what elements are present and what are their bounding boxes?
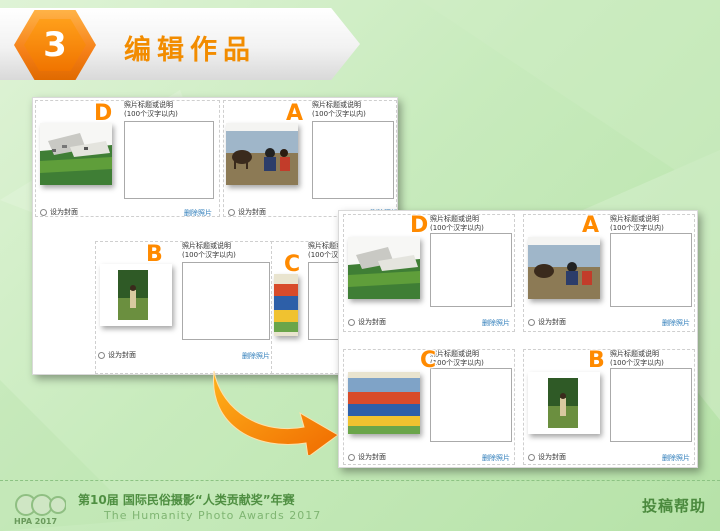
caption-textarea[interactable]	[610, 233, 692, 307]
footer: HPA 2017 第10届 国际民俗摄影“人类贡献奖”年赛 The Humani…	[0, 480, 720, 531]
photo-thumbnail[interactable]	[274, 274, 298, 336]
photo-card-c: 照片标题或说明 (100个汉字以内) 设为封面 删除照片 C	[343, 348, 515, 465]
delete-photo-link[interactable]: 删除照片	[184, 208, 212, 218]
after-edit-panel: 照片标题或说明 (100个汉字以内) 设为封面 删除照片 D 照片标题或说明 (…	[338, 210, 698, 468]
card-letter-badge: A	[582, 213, 600, 238]
portrait-forest-photo	[528, 372, 600, 434]
set-cover-option[interactable]: 设为封面	[228, 207, 266, 217]
submission-help-link[interactable]: 投稿帮助	[642, 495, 706, 516]
card-letter-badge: C	[284, 252, 301, 277]
card-letter-badge: B	[146, 242, 163, 267]
card-letter-badge: D	[94, 101, 113, 126]
card-letter-badge: A	[286, 101, 304, 126]
photo-thumbnail[interactable]	[348, 372, 420, 434]
section-header: 3 编辑作品	[0, 0, 720, 88]
caption-label: 照片标题或说明 (100个汉字以内)	[124, 101, 178, 118]
farmer-with-ox-photo	[528, 237, 600, 299]
cover-radio[interactable]	[528, 453, 535, 461]
reorder-arrow-icon	[213, 370, 339, 455]
cover-radio[interactable]	[348, 453, 355, 461]
caption-textarea[interactable]	[430, 233, 512, 307]
set-cover-option[interactable]: 设为封面	[98, 350, 136, 360]
crowd-festival-photo	[274, 274, 298, 336]
farmer-with-ox-photo	[226, 123, 298, 185]
caption-label: 照片标题或说明 (100个汉字以内)	[610, 350, 664, 367]
cover-radio[interactable]	[348, 318, 355, 326]
logo-text: HPA 2017	[14, 517, 58, 526]
photo-card-d: 照片标题或说明 (100个汉字以内) 设为封面 删除照片 D	[35, 100, 220, 217]
photo-card-a: 照片标题或说明 (100个汉字以内) 设为封面 删除照片 A	[523, 213, 695, 332]
delete-photo-link[interactable]: 删除照片	[482, 318, 510, 328]
set-cover-option[interactable]: 设为封面	[348, 452, 386, 462]
photo-thumbnail[interactable]	[226, 123, 298, 185]
card-letter-badge: B	[588, 348, 605, 373]
page-title: 编辑作品	[124, 35, 256, 66]
event-title-cn: 第10届 国际民俗摄影“人类贡献奖”年赛	[78, 493, 295, 507]
delete-photo-link[interactable]: 删除照片	[482, 453, 510, 463]
delete-photo-link[interactable]: 删除照片	[662, 318, 690, 328]
cover-radio[interactable]	[40, 208, 47, 216]
caption-label: 照片标题或说明 (100个汉字以内)	[312, 101, 366, 118]
set-cover-option[interactable]: 设为封面	[348, 317, 386, 327]
crowd-festival-photo	[348, 372, 420, 434]
photo-card-b: 照片标题或说明 (100个汉字以内) 设为封面 删除照片 B	[523, 348, 695, 465]
aerial-landscape-photo	[40, 123, 112, 185]
set-cover-option[interactable]: 设为封面	[528, 317, 566, 327]
photo-card-a: 照片标题或说明 (100个汉字以内) 设为封面 删除照片 A	[223, 100, 398, 217]
delete-photo-link[interactable]: 删除照片	[662, 453, 690, 463]
cover-radio[interactable]	[528, 318, 535, 326]
caption-textarea[interactable]	[430, 368, 512, 442]
event-title-en: The Humanity Photo Awards 2017	[104, 509, 322, 522]
card-letter-badge: C	[420, 348, 437, 373]
photo-card-d: 照片标题或说明 (100个汉字以内) 设为封面 删除照片 D	[343, 213, 515, 332]
caption-textarea[interactable]	[124, 121, 214, 199]
photo-thumbnail[interactable]	[100, 264, 172, 326]
cover-radio[interactable]	[228, 208, 235, 216]
card-letter-badge: D	[410, 213, 429, 238]
photo-thumbnail[interactable]	[528, 237, 600, 299]
photo-thumbnail[interactable]	[348, 237, 420, 299]
delete-photo-link[interactable]: 删除照片	[242, 351, 270, 361]
photo-thumbnail[interactable]	[40, 123, 112, 185]
caption-textarea[interactable]	[610, 368, 692, 442]
caption-label: 照片标题或说明 (100个汉字以内)	[182, 242, 236, 259]
photo-card-b: 照片标题或说明 (100个汉字以内) 设为封面 删除照片 B	[95, 241, 273, 374]
caption-label: 照片标题或说明 (100个汉字以内)	[430, 215, 484, 232]
caption-textarea[interactable]	[182, 262, 270, 340]
portrait-forest-photo	[100, 264, 172, 326]
photo-thumbnail[interactable]	[528, 372, 600, 434]
caption-label: 照片标题或说明 (100个汉字以内)	[430, 350, 484, 367]
set-cover-option[interactable]: 设为封面	[528, 452, 566, 462]
cover-radio[interactable]	[98, 351, 105, 359]
caption-textarea[interactable]	[312, 121, 394, 199]
set-cover-option[interactable]: 设为封面	[40, 207, 78, 217]
aerial-landscape-photo	[348, 237, 420, 299]
caption-label: 照片标题或说明 (100个汉字以内)	[610, 215, 664, 232]
